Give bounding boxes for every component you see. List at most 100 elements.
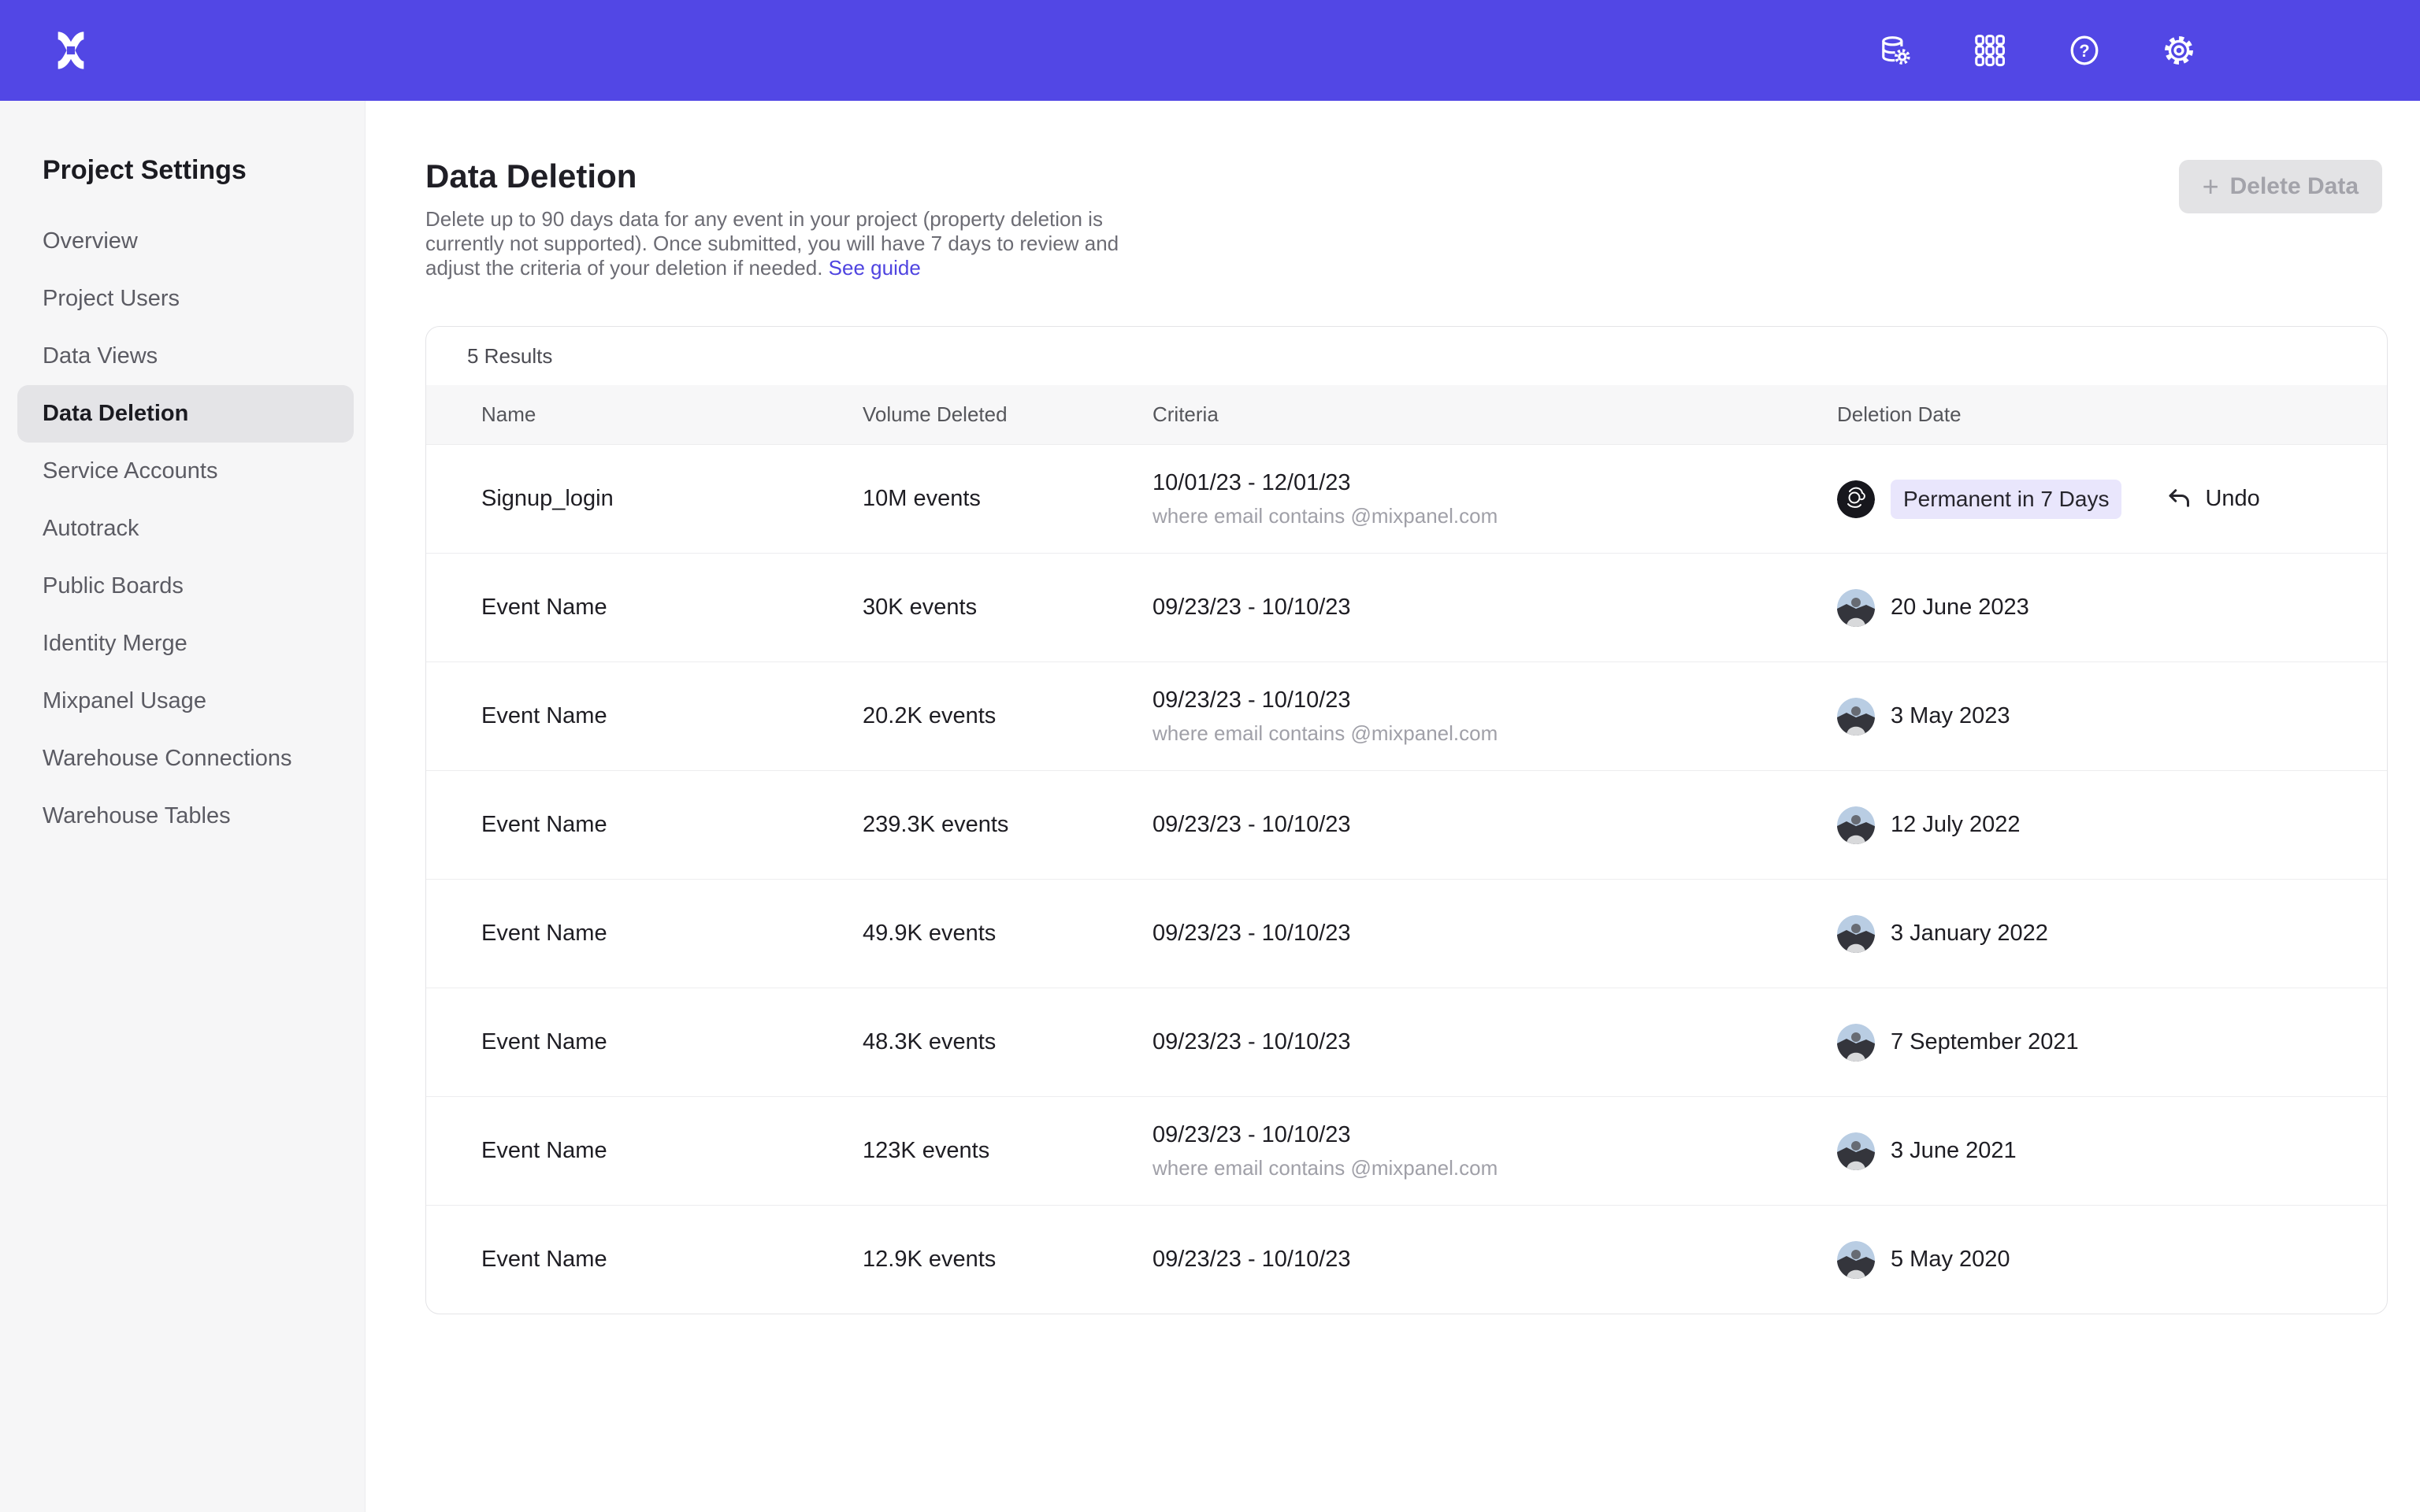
deletion-date-text: 7 September 2021 xyxy=(1891,1029,2079,1055)
row-criteria: 09/23/23 - 10/10/23 xyxy=(1152,812,1837,838)
pending-deletion: Permanent in 7 Days Undo xyxy=(1891,480,2260,519)
row-deletion-date: 12 July 2022 xyxy=(1837,806,2387,844)
deletion-date-text: 3 June 2021 xyxy=(1891,1138,2017,1164)
row-volume: 12.9K events xyxy=(863,1247,1152,1273)
plus-icon: + xyxy=(2203,172,2219,201)
row-criteria-range: 09/23/23 - 10/10/23 xyxy=(1152,687,1837,713)
page-description: Delete up to 90 days data for any event … xyxy=(425,207,1123,280)
row-volume: 123K events xyxy=(863,1138,1152,1164)
row-name: Event Name xyxy=(481,1138,863,1164)
user-avatar-photo xyxy=(1837,1024,1875,1062)
user-avatar-photo xyxy=(1837,1241,1875,1279)
row-name: Event Name xyxy=(481,703,863,729)
row-criteria: 09/23/23 - 10/10/23 xyxy=(1152,1247,1837,1273)
deletion-requests-card: 5 Results NameVolume DeletedCriteriaDele… xyxy=(425,326,2388,1314)
help-icon[interactable]: ? xyxy=(2066,32,2103,69)
delete-data-button[interactable]: + Delete Data xyxy=(2179,160,2382,213)
row-criteria-filter: where email contains @mixpanel.com xyxy=(1152,721,1837,746)
row-volume: 30K events xyxy=(863,595,1152,621)
mixpanel-logo-icon[interactable] xyxy=(49,28,93,72)
row-criteria: 09/23/23 - 10/10/23 where email contains… xyxy=(1152,687,1837,746)
deletion-date-text: 20 June 2023 xyxy=(1891,595,2029,621)
row-criteria-filter: where email contains @mixpanel.com xyxy=(1152,504,1837,528)
table-row: Event Name 49.9K events 09/23/23 - 10/10… xyxy=(426,879,2387,988)
row-criteria-range: 10/01/23 - 12/01/23 xyxy=(1152,470,1837,496)
sidebar-item[interactable]: Project Users xyxy=(0,270,365,328)
row-criteria-range: 09/23/23 - 10/10/23 xyxy=(1152,921,1837,947)
sidebar-item[interactable]: Warehouse Tables xyxy=(0,788,365,845)
row-deletion-date: 3 May 2023 xyxy=(1837,698,2387,736)
column-header: Criteria xyxy=(1152,402,1837,427)
undo-label: Undo xyxy=(2205,486,2259,512)
table-row: Event Name 30K events 09/23/23 - 10/10/2… xyxy=(426,553,2387,662)
deletion-date-text: 3 May 2023 xyxy=(1891,703,2010,729)
settings-gear-icon[interactable] xyxy=(2160,32,2198,69)
sidebar-item[interactable]: Identity Merge xyxy=(0,615,365,673)
sidebar-item[interactable]: Warehouse Connections xyxy=(0,730,365,788)
sidebar-item[interactable]: Public Boards xyxy=(0,558,365,615)
sidebar-item[interactable]: Service Accounts xyxy=(0,443,365,500)
page-header-text: Data Deletion Delete up to 90 days data … xyxy=(425,160,1123,280)
sidebar-item[interactable]: Autotrack xyxy=(0,500,365,558)
row-criteria-range: 09/23/23 - 10/10/23 xyxy=(1152,1122,1837,1148)
user-avatar-photo xyxy=(1837,589,1875,627)
deletion-date-text: 12 July 2022 xyxy=(1891,812,2020,838)
topbar-icon-group: ? xyxy=(1876,32,2198,69)
sidebar-title: Project Settings xyxy=(0,154,365,186)
row-deletion-date: 7 September 2021 xyxy=(1837,1024,2387,1062)
apps-grid-icon[interactable] xyxy=(1971,32,2009,69)
user-avatar-illustration xyxy=(1837,480,1875,518)
results-count: 5 Results xyxy=(426,327,2387,385)
table-header-row: NameVolume DeletedCriteriaDeletion Date xyxy=(426,385,2387,444)
row-criteria-range: 09/23/23 - 10/10/23 xyxy=(1152,1247,1837,1273)
row-name: Event Name xyxy=(481,921,863,947)
sidebar-item[interactable]: Overview xyxy=(0,213,365,270)
table-row: Signup_login 10M events 10/01/23 - 12/01… xyxy=(426,444,2387,553)
row-name: Signup_login xyxy=(481,486,863,512)
column-header: Deletion Date xyxy=(1837,402,2387,427)
row-deletion-date: 20 June 2023 xyxy=(1837,589,2387,627)
row-criteria: 09/23/23 - 10/10/23 xyxy=(1152,1029,1837,1055)
sidebar-item[interactable]: Data Views xyxy=(0,328,365,385)
undo-button[interactable]: Undo xyxy=(2166,485,2259,513)
page-title: Data Deletion xyxy=(425,160,1123,193)
row-volume: 239.3K events xyxy=(863,812,1152,838)
sidebar-item[interactable]: Data Deletion xyxy=(17,385,354,443)
top-navigation-bar: ? xyxy=(0,0,2420,101)
row-deletion-date: 5 May 2020 xyxy=(1837,1241,2387,1279)
deletion-date-text: 5 May 2020 xyxy=(1891,1247,2010,1273)
row-deletion-date: Permanent in 7 Days Undo xyxy=(1837,480,2387,519)
row-criteria: 09/23/23 - 10/10/23 xyxy=(1152,595,1837,621)
column-header: Volume Deleted xyxy=(863,402,1152,427)
main-content: Data Deletion Delete up to 90 days data … xyxy=(366,101,2420,1512)
table-row: Event Name 123K events 09/23/23 - 10/10/… xyxy=(426,1096,2387,1205)
delete-data-button-label: Delete Data xyxy=(2230,173,2359,200)
row-volume: 20.2K events xyxy=(863,703,1152,729)
table-body: Signup_login 10M events 10/01/23 - 12/01… xyxy=(426,444,2387,1314)
row-criteria-filter: where email contains @mixpanel.com xyxy=(1152,1156,1837,1180)
page-description-text: Delete up to 90 days data for any event … xyxy=(425,207,1119,280)
row-criteria: 10/01/23 - 12/01/23 where email contains… xyxy=(1152,470,1837,528)
data-management-icon[interactable] xyxy=(1876,32,1914,69)
user-avatar-photo xyxy=(1837,915,1875,953)
row-name: Event Name xyxy=(481,812,863,838)
sidebar-item[interactable]: Mixpanel Usage xyxy=(0,673,365,730)
row-deletion-date: 3 June 2021 xyxy=(1837,1132,2387,1170)
see-guide-link[interactable]: See guide xyxy=(829,256,921,280)
table-row: Event Name 20.2K events 09/23/23 - 10/10… xyxy=(426,662,2387,770)
page-header: Data Deletion Delete up to 90 days data … xyxy=(425,160,2382,280)
user-avatar-photo xyxy=(1837,1132,1875,1170)
row-deletion-date: 3 January 2022 xyxy=(1837,915,2387,953)
deletion-date-text: 3 January 2022 xyxy=(1891,921,2048,947)
row-criteria-range: 09/23/23 - 10/10/23 xyxy=(1152,1029,1837,1055)
permanent-badge: Permanent in 7 Days xyxy=(1891,480,2121,519)
user-avatar-photo xyxy=(1837,806,1875,844)
table-row: Event Name 48.3K events 09/23/23 - 10/10… xyxy=(426,988,2387,1096)
row-criteria: 09/23/23 - 10/10/23 where email contains… xyxy=(1152,1122,1837,1180)
row-criteria: 09/23/23 - 10/10/23 xyxy=(1152,921,1837,947)
row-volume: 10M events xyxy=(863,486,1152,512)
row-criteria-range: 09/23/23 - 10/10/23 xyxy=(1152,595,1837,621)
row-volume: 49.9K events xyxy=(863,921,1152,947)
sidebar: Project Settings OverviewProject UsersDa… xyxy=(0,101,366,1512)
column-header: Name xyxy=(481,402,863,427)
